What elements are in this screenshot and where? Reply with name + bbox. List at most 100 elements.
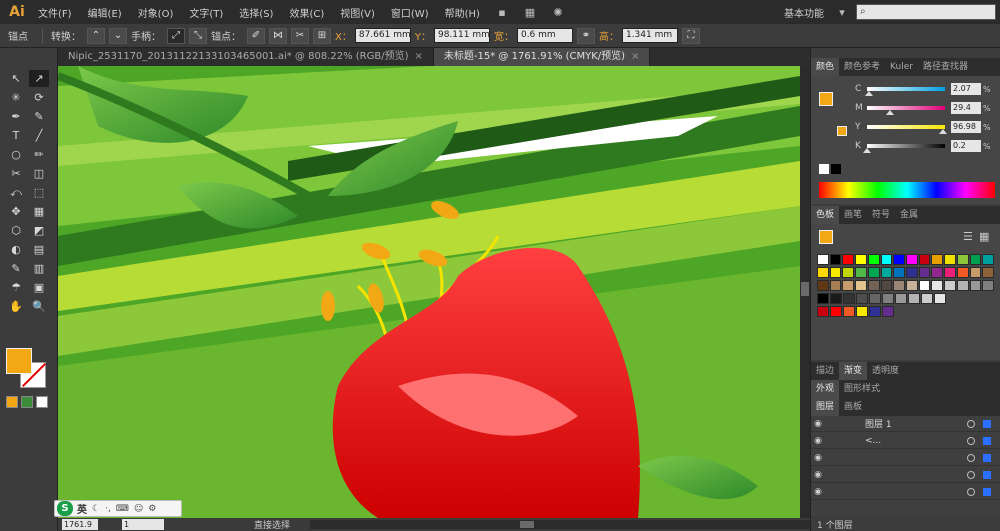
eye-icon[interactable]: ◉	[811, 419, 825, 429]
color-mode-button[interactable]	[6, 396, 18, 408]
selection-indicator[interactable]	[983, 470, 991, 479]
convert-smooth-button[interactable]: ⌄	[109, 27, 127, 44]
connect-anchor-button[interactable]: ⋈	[269, 27, 287, 44]
swatch[interactable]	[880, 254, 893, 265]
grid-view-icon[interactable]: ▦	[979, 230, 989, 243]
swatch[interactable]	[956, 267, 969, 278]
slider-c[interactable]: C 2.07%	[855, 82, 995, 96]
swatch[interactable]	[867, 254, 880, 265]
eye-icon[interactable]: ◉	[811, 436, 825, 446]
selection-indicator[interactable]	[983, 487, 991, 496]
swatch[interactable]	[843, 306, 855, 317]
track-y[interactable]	[867, 125, 947, 134]
swatch[interactable]	[880, 267, 893, 278]
horizontal-scrollbar[interactable]	[310, 520, 810, 529]
hide-handles-button[interactable]: ⤡	[189, 27, 207, 44]
swatch[interactable]	[869, 293, 881, 304]
swatch[interactable]	[893, 267, 906, 278]
link-icon[interactable]: ⚭	[576, 27, 595, 44]
layer-row[interactable]: ◉	[811, 484, 1000, 500]
tab-stroke[interactable]: 描边	[811, 362, 839, 380]
ellipse-tool-icon[interactable]: ○	[6, 146, 26, 163]
swatch[interactable]	[882, 293, 894, 304]
y-field[interactable]: 98.111 mm	[433, 28, 490, 43]
keyboard-icon[interactable]: ⌨	[116, 504, 129, 514]
swatch[interactable]	[931, 254, 944, 265]
curvature-tool-icon[interactable]: ✎	[29, 108, 49, 125]
swatch[interactable]	[842, 280, 855, 291]
eyedropper-tool-icon[interactable]: ✎	[6, 260, 26, 277]
menu-window[interactable]: 窗口(W)	[383, 5, 437, 20]
artboard-canvas[interactable]	[58, 66, 800, 518]
list-view-icon[interactable]: ☰	[963, 230, 973, 243]
swatch[interactable]	[829, 267, 842, 278]
none-swatch[interactable]	[819, 164, 829, 174]
swatch[interactable]	[918, 267, 931, 278]
selection-indicator[interactable]	[983, 419, 991, 428]
swatch[interactable]	[882, 306, 894, 317]
arrange-documents-icon[interactable]: ▦	[522, 5, 538, 19]
tab-untitled-15[interactable]: 未标题-15* @ 1761.91% (CMYK/预览) ×	[433, 48, 651, 66]
eye-icon[interactable]: ◉	[811, 453, 825, 463]
swatch[interactable]	[867, 280, 880, 291]
swatch[interactable]	[944, 267, 956, 278]
line-tool-icon[interactable]: ╱	[29, 127, 49, 144]
eye-icon[interactable]: ◉	[811, 470, 825, 480]
tab-color[interactable]: 颜色	[811, 58, 840, 76]
tab-graphic-styles[interactable]: 图形样式	[839, 380, 885, 398]
target-icon[interactable]	[967, 419, 975, 428]
swatch[interactable]	[908, 293, 920, 304]
target-icon[interactable]	[967, 470, 975, 479]
value-c[interactable]: 2.07	[951, 83, 981, 95]
swatch[interactable]	[982, 280, 995, 291]
swatch[interactable]	[982, 254, 995, 265]
swatch[interactable]	[842, 267, 855, 278]
menu-type[interactable]: 文字(T)	[181, 5, 231, 20]
slider-y[interactable]: Y 96.98%	[855, 120, 995, 134]
swatch[interactable]	[829, 280, 842, 291]
color-panel-fill[interactable]	[819, 92, 833, 106]
none-mode-button[interactable]	[36, 396, 48, 408]
swatch[interactable]	[906, 280, 918, 291]
menu-file[interactable]: 文件(F)	[30, 5, 80, 20]
tab-gradient[interactable]: 渐变	[839, 362, 868, 380]
color-spectrum[interactable]	[819, 182, 995, 198]
close-icon[interactable]: ×	[415, 51, 423, 62]
bridge-icon[interactable]: ▪	[494, 5, 510, 19]
perspective-tool-icon[interactable]: ◩	[29, 222, 49, 239]
moon-icon[interactable]: ☾	[92, 504, 100, 514]
black-swatch[interactable]	[831, 164, 841, 174]
swatch[interactable]	[855, 280, 867, 291]
workspace-switcher[interactable]: 基本功能	[784, 5, 824, 20]
selection-indicator[interactable]	[983, 453, 991, 462]
horizontal-scrollbar-thumb[interactable]	[520, 521, 535, 528]
target-icon[interactable]	[967, 487, 975, 496]
rotate-tool-icon[interactable]: ⤺	[6, 184, 26, 201]
tab-appearance[interactable]: 外观	[811, 380, 840, 398]
swatch[interactable]	[867, 267, 880, 278]
scissors-tool-icon[interactable]: ✂	[6, 165, 26, 182]
swatch[interactable]	[817, 293, 829, 304]
swatch[interactable]	[969, 267, 982, 278]
ime-logo[interactable]: S	[57, 501, 73, 516]
zoom-tool-icon[interactable]: 🔍	[29, 298, 49, 315]
layer-row[interactable]: ◉ 图层 1	[811, 416, 1000, 432]
close-icon[interactable]: ×	[631, 51, 639, 62]
x-field[interactable]: 87.661 mm	[354, 28, 411, 43]
swatch[interactable]	[869, 306, 881, 317]
blend-tool-icon[interactable]: ▥	[29, 260, 49, 277]
vertical-scrollbar[interactable]	[800, 66, 810, 518]
artboard-navigator[interactable]: 1	[122, 519, 164, 530]
layer-row[interactable]: ◉	[811, 450, 1000, 466]
tab-swatches[interactable]: 色板	[811, 206, 840, 224]
direct-selection-tool-icon[interactable]: ↗	[29, 70, 49, 87]
help-search-input[interactable]: ⌕	[856, 4, 996, 20]
w-field[interactable]: 0.6 mm	[516, 28, 573, 43]
tab-pathfinder[interactable]: 路径查找器	[918, 58, 973, 76]
swatch[interactable]	[856, 306, 868, 317]
status-tool-name[interactable]: 直接选择	[254, 518, 290, 531]
tab-nipic-document[interactable]: Nipic_2531170_20131122133103465001.ai* @…	[58, 48, 434, 66]
swatch[interactable]	[880, 280, 893, 291]
tab-kuler[interactable]: Kuler	[885, 58, 918, 76]
color-panel-small-fill[interactable]	[837, 126, 847, 136]
